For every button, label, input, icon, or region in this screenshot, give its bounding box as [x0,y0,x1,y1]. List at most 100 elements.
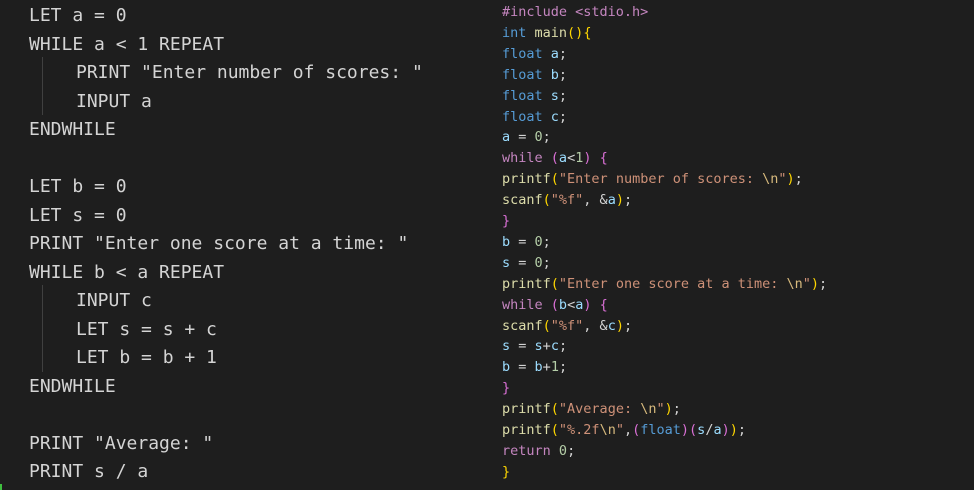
code-token: s [502,254,511,271]
corner-indicator [0,484,2,490]
code-line: while (b<a) { [502,295,608,316]
code-token: ( [550,275,559,292]
code-line: s = 0; [502,253,551,274]
code-token: int [502,24,527,41]
code-token: { [599,296,608,313]
code-token: printf [502,422,551,438]
code-token: a [558,150,568,167]
code-token: #include <stdio.h> [502,4,649,20]
code-token: printf [502,171,551,188]
pseudocode-editor[interactable]: LET a = 0 WHILE a < 1 REPEAT PRINT "Enter … [0,0,490,490]
code-line: } [502,211,510,232]
code-token: , & [583,192,608,209]
pseudocode-line: LET s = 0 [29,204,127,226]
code-token: ) [786,171,795,188]
code-token: = [510,338,535,355]
code-line: float b; [502,65,567,86]
code-token: scanf [502,192,543,209]
c-code-editor[interactable]: #include <stdio.h> int main(){float a; flo… [490,0,974,490]
code-token: float [502,66,543,83]
code-token: " [778,171,787,188]
code-token: = [510,359,535,376]
code-token: b [550,66,559,83]
code-token: ) [721,422,730,438]
code-token: 0 [534,254,543,271]
code-token: \n [640,401,657,418]
code-token: a [607,192,616,209]
code-token: ; [542,254,551,271]
code-token: , [623,422,633,438]
code-token: ; [558,359,568,376]
code-token: ( [550,150,559,167]
code-token: ; [558,338,568,355]
code-token: float [502,45,543,62]
code-token: printf [502,401,551,418]
code-token: b [534,359,543,376]
code-token: "%f" [550,317,584,334]
code-token: main [534,24,568,41]
code-token: printf [502,275,551,292]
code-token: } [502,380,511,397]
code-token: , & [583,317,608,334]
code-token: "%.2f [558,422,600,438]
code-token: scanf [502,317,543,334]
code-token: { [583,24,592,41]
code-token: 0 [534,233,543,250]
code-token: c [550,108,559,125]
pseudocode-line: PRINT "Average: " [29,432,214,454]
pseudocode-line: INPUT a [76,90,152,112]
code-token: < [567,150,576,167]
code-token: ; [558,45,568,62]
code-token: s [534,338,543,355]
indent-guide [42,285,43,372]
code-token: b [502,233,511,250]
code-token: + [542,338,551,355]
code-token: ( [550,422,559,438]
code-token: float [502,108,543,125]
code-token: a [550,45,559,62]
code-line: printf("%.2f\n",(float)(s/a)); [502,420,746,441]
code-token: 0 [534,129,543,146]
code-line: int main(){ [502,23,591,44]
code-token: " [615,422,624,438]
code-line: } [502,462,510,483]
indent-guide [42,57,43,115]
code-token: < [567,296,576,313]
code-token: ( [550,401,559,418]
code-token: b [502,359,511,376]
code-token: while [502,150,543,167]
code-token: 0 [558,442,568,459]
code-line: float a; [502,44,567,65]
pseudocode-line: PRINT "Enter number of scores: " [76,62,423,83]
code-token: s [550,87,559,104]
pseudocode-line: PRINT s / a [29,461,149,482]
code-token: } [502,463,511,480]
code-token: c [550,338,559,355]
code-token: " [656,401,665,418]
code-token: ; [672,401,681,418]
code-token: ( [550,296,559,313]
code-token: = [510,254,535,271]
code-token: + [542,359,551,376]
code-token: b [558,296,568,313]
code-line: s = s+c; [502,336,567,357]
code-token: c [607,317,616,334]
code-token: ) [615,192,624,209]
code-token: ; [558,87,568,104]
code-token: a [713,422,722,438]
code-line: scanf("%f", &c); [502,316,632,337]
code-token: ) [680,422,690,438]
pseudocode-line: LET b = b + 1 [76,347,217,368]
code-token: s [502,338,511,355]
pseudocode-line: ENDWHILE [29,119,116,140]
code-line: a = 0; [502,127,551,148]
pseudocode-line: WHILE b < a REPEAT [29,261,225,283]
